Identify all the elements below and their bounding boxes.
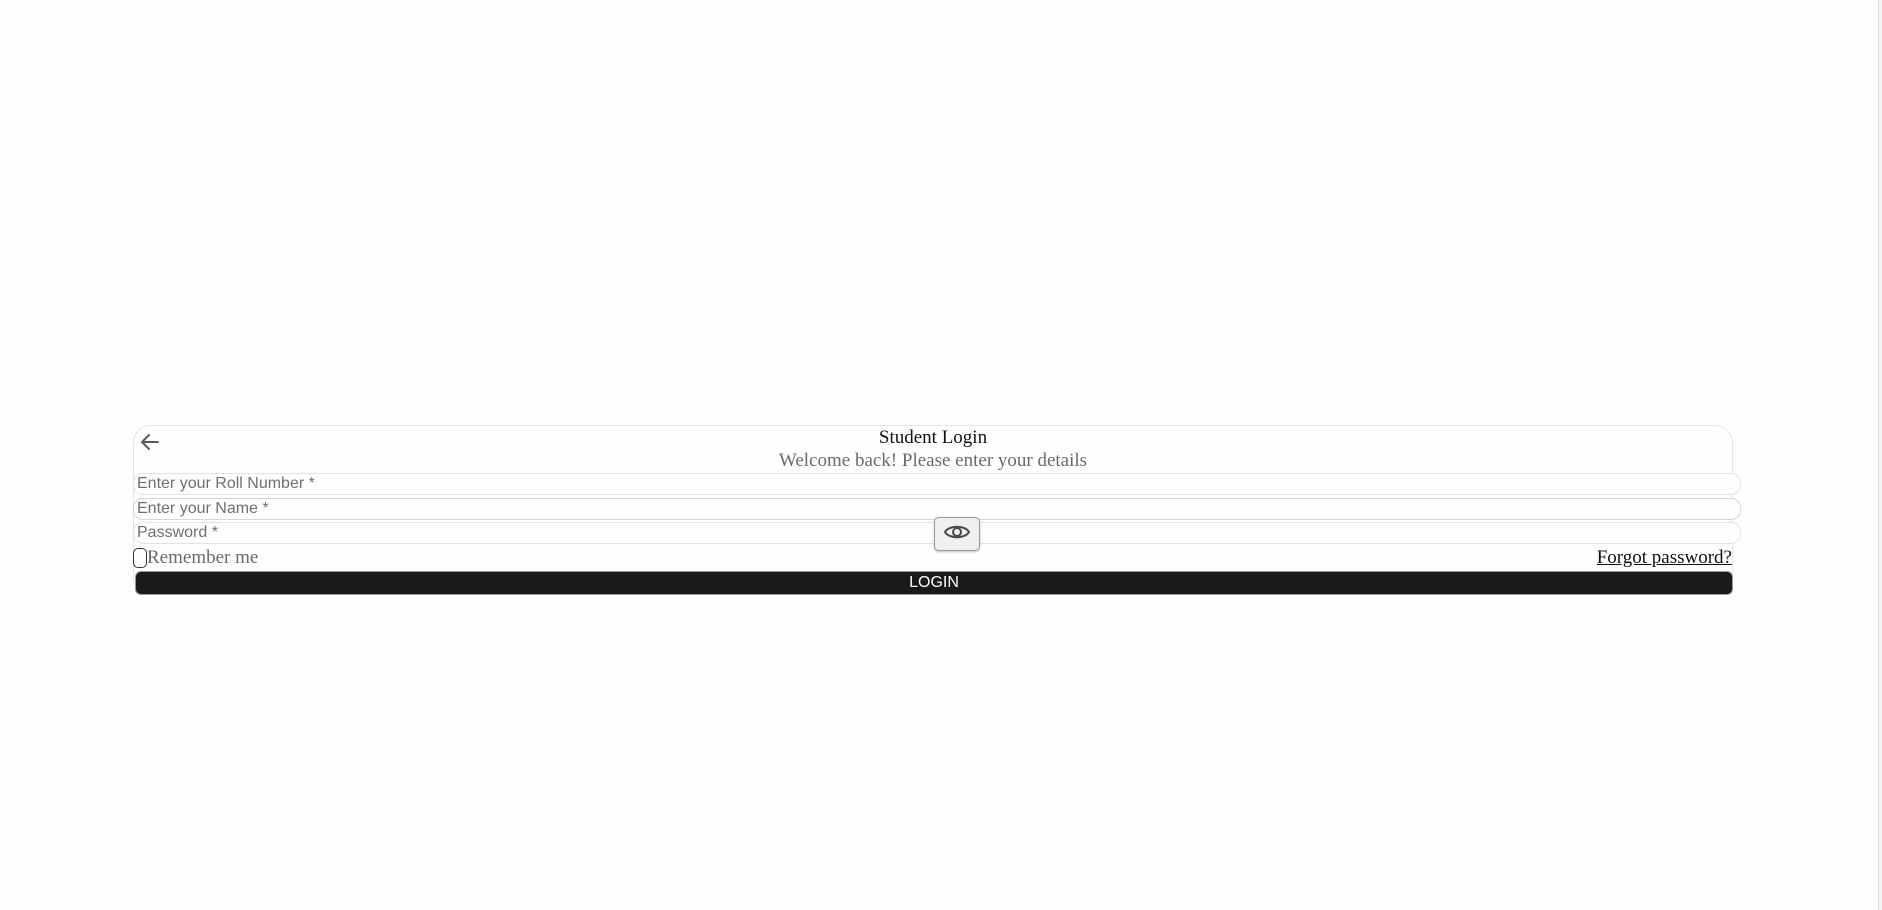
page-title: Student Login <box>878 427 988 448</box>
login-button[interactable]: LOGIN <box>135 571 1733 595</box>
remember-me-row: Remember me <box>133 547 258 569</box>
login-card: Student Login Welcome back! Please enter… <box>133 425 1741 595</box>
toggle-password-visibility-button[interactable] <box>934 517 980 551</box>
eye-icon <box>943 522 971 547</box>
roll-number-input[interactable] <box>133 473 1741 495</box>
forgot-password-link[interactable]: Forgot password? <box>1597 547 1732 569</box>
page-scrollbar[interactable] <box>1878 0 1882 910</box>
remember-me-checkbox[interactable] <box>133 548 147 568</box>
remember-me-label: Remember me <box>147 547 259 568</box>
page-subtitle: Welcome back! Please enter your details <box>778 450 1088 471</box>
